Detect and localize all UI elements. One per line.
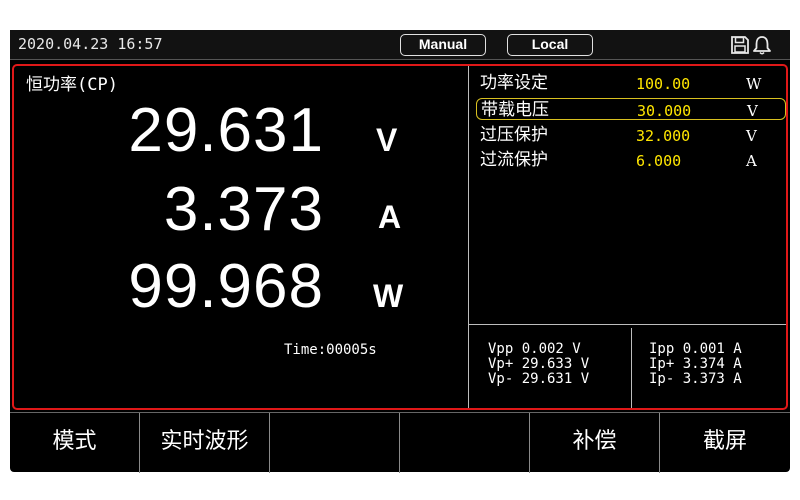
current-reading: 3.373 [163, 175, 324, 244]
bell-icon[interactable] [751, 34, 773, 56]
setting-label: 功率设定 [480, 73, 548, 93]
power-unit: W [373, 278, 404, 314]
setting-row-load-voltage[interactable]: 带载电压 30.000 V [476, 98, 786, 120]
instrument-screen: 2020.04.23 16:57 Manual Local 恒功率(CP) 29… [10, 30, 790, 473]
current-unit: A [378, 199, 402, 235]
softkey-bar: 模式 实时波形 补偿 截屏 [10, 412, 790, 473]
manual-mode-badge[interactable]: Manual [400, 34, 486, 56]
setting-value: 6.000 [636, 152, 682, 170]
status-bar: 2020.04.23 16:57 Manual Local [10, 30, 790, 60]
softkey-realtime-waveform[interactable]: 实时波形 [140, 413, 270, 473]
softkey-screenshot[interactable]: 截屏 [660, 413, 790, 473]
setting-label: 过流保护 [480, 150, 548, 170]
voltage-unit: V [376, 122, 398, 158]
softkey-empty[interactable] [270, 413, 400, 473]
peak-divider [468, 324, 786, 325]
setting-row-power[interactable]: 功率设定 100.00 W [476, 72, 786, 94]
peak-column-divider [631, 328, 632, 408]
voltage-peak-readout: Vpp 0.002 V Vp+ 29.633 V Vp- 29.631 V [488, 341, 590, 387]
mode-label: 恒功率(CP) [26, 75, 118, 95]
setting-row-over-current[interactable]: 过流保护 6.000 A [476, 149, 786, 171]
elapsed-time: Time:00005s [284, 342, 377, 358]
softkey-empty[interactable] [400, 413, 530, 473]
setting-unit: V [747, 102, 758, 120]
softkey-compensation[interactable]: 补偿 [530, 413, 660, 473]
setting-value: 30.000 [637, 102, 692, 120]
local-mode-badge[interactable]: Local [507, 34, 593, 56]
save-icon[interactable] [730, 35, 750, 55]
current-peak-readout: Ipp 0.001 A Ip+ 3.374 A Ip- 3.373 A [649, 341, 742, 387]
setting-unit: W [746, 75, 762, 93]
datetime: 2020.04.23 16:57 [18, 35, 163, 53]
panel-divider [468, 66, 469, 408]
setting-unit: V [746, 127, 757, 145]
voltage-reading: 29.631 [128, 96, 324, 165]
setting-label: 带载电压 [481, 100, 549, 120]
setting-value: 32.000 [636, 127, 691, 145]
power-reading: 99.968 [128, 252, 324, 321]
setting-label: 过压保护 [480, 125, 548, 145]
setting-row-over-voltage[interactable]: 过压保护 32.000 V [476, 124, 786, 146]
softkey-mode[interactable]: 模式 [10, 413, 140, 473]
main-panel: 恒功率(CP) 29.631 V 3.373 A 99.968 W Time:0… [12, 64, 788, 410]
setting-value: 100.00 [636, 75, 691, 93]
setting-unit: A [746, 152, 757, 170]
